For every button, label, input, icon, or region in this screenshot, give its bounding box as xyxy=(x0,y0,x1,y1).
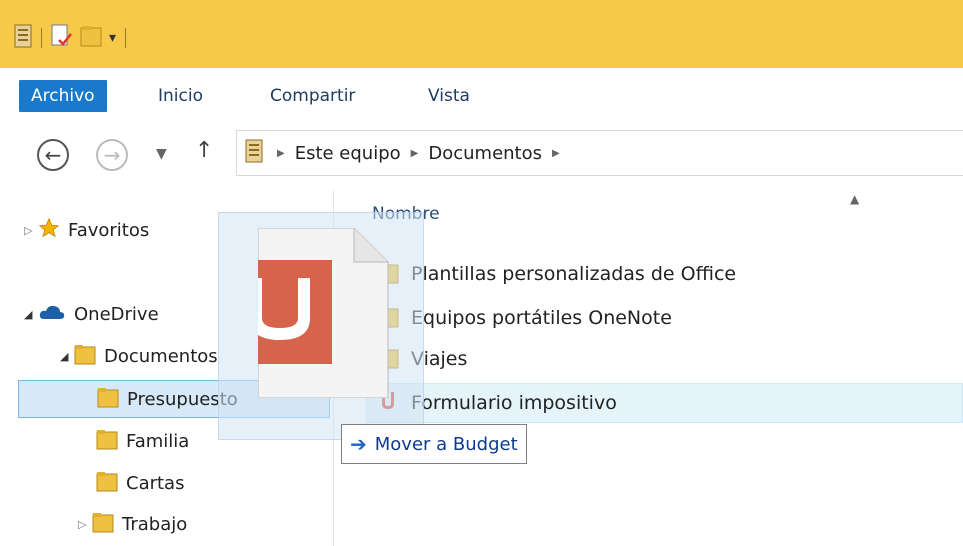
folder-icon xyxy=(92,511,114,538)
customize-toolbar-icon[interactable]: ▾ xyxy=(109,30,116,46)
forward-button[interactable]: → xyxy=(96,139,128,171)
drag-tooltip-text: Mover a Budget xyxy=(374,433,518,455)
new-folder-icon[interactable] xyxy=(80,24,102,52)
nav-item-favoritos[interactable]: ▷ Favoritos xyxy=(24,214,149,246)
folder-icon xyxy=(74,343,96,370)
file-name: Equipos portátiles OneNote xyxy=(411,307,672,329)
tab-compartir[interactable]: Compartir xyxy=(270,80,355,112)
location-icon xyxy=(245,139,263,168)
file-name: Plantillas personalizadas de Office xyxy=(411,263,737,285)
quick-access-toolbar: ▾ xyxy=(14,24,128,52)
address-bar[interactable]: ▶ Este equipo ▶ Documentos ▶ xyxy=(236,130,963,176)
nav-item-cartas[interactable]: Cartas xyxy=(96,467,184,499)
properties-icon[interactable] xyxy=(51,24,73,52)
back-arrow-icon: ← xyxy=(44,143,62,167)
sort-ascending-icon: ▲ xyxy=(850,192,860,206)
nav-label-documentos: Documentos xyxy=(104,345,218,367)
move-arrow-icon: ➔ xyxy=(350,432,367,456)
tab-archivo[interactable]: Archivo xyxy=(19,80,107,112)
tab-vista[interactable]: Vista xyxy=(428,80,470,112)
nav-label-familia: Familia xyxy=(126,430,190,452)
up-arrow-icon: ↑ xyxy=(195,138,214,163)
cloud-icon xyxy=(38,303,66,326)
breadcrumb-separator-icon[interactable]: ▶ xyxy=(411,148,419,159)
file-row[interactable]: Plantillas personalizadas de Office xyxy=(377,256,736,292)
expand-icon[interactable]: ▷ xyxy=(24,224,38,237)
folder-icon xyxy=(96,470,118,497)
nav-label-trabajo: Trabajo xyxy=(122,513,188,535)
nav-item-onedrive[interactable]: ◢ OneDrive xyxy=(24,298,159,330)
collapse-icon[interactable]: ◢ xyxy=(24,308,38,321)
file-explorer-icon[interactable] xyxy=(14,24,32,52)
qat-separator xyxy=(41,28,42,48)
breadcrumb-este-equipo[interactable]: Este equipo xyxy=(295,143,401,164)
nav-label-onedrive: OneDrive xyxy=(74,303,159,325)
breadcrumb-separator-icon[interactable]: ▶ xyxy=(277,148,285,159)
folder-icon xyxy=(96,428,118,455)
expand-icon[interactable]: ▷ xyxy=(78,518,92,531)
qat-separator xyxy=(125,28,127,48)
nav-item-familia[interactable]: Familia xyxy=(96,425,189,457)
ribbon xyxy=(0,68,963,120)
dragged-document-icon xyxy=(228,227,424,399)
nav-item-trabajo[interactable]: ▷ Trabajo xyxy=(78,508,187,540)
breadcrumb-separator-icon[interactable]: ▶ xyxy=(552,148,560,159)
recent-locations-button[interactable]: ▼ xyxy=(156,146,167,162)
file-name: Formulario impositivo xyxy=(411,392,617,414)
folder-icon xyxy=(97,386,119,413)
nav-item-documentos[interactable]: ◢ Documentos xyxy=(60,340,218,372)
nav-label-cartas: Cartas xyxy=(126,472,185,494)
title-bar: ▾ xyxy=(0,0,963,68)
up-button[interactable]: ↑ xyxy=(195,138,213,163)
back-button[interactable]: ← xyxy=(37,139,69,171)
drag-tooltip: ➔ Mover a Budget xyxy=(341,424,527,464)
tab-inicio[interactable]: Inicio xyxy=(158,80,203,112)
forward-arrow-icon: → xyxy=(103,143,121,167)
breadcrumb-documentos[interactable]: Documentos xyxy=(428,143,542,164)
star-icon xyxy=(38,217,60,244)
collapse-icon[interactable]: ◢ xyxy=(60,350,74,363)
nav-label-favoritos: Favoritos xyxy=(68,219,150,241)
